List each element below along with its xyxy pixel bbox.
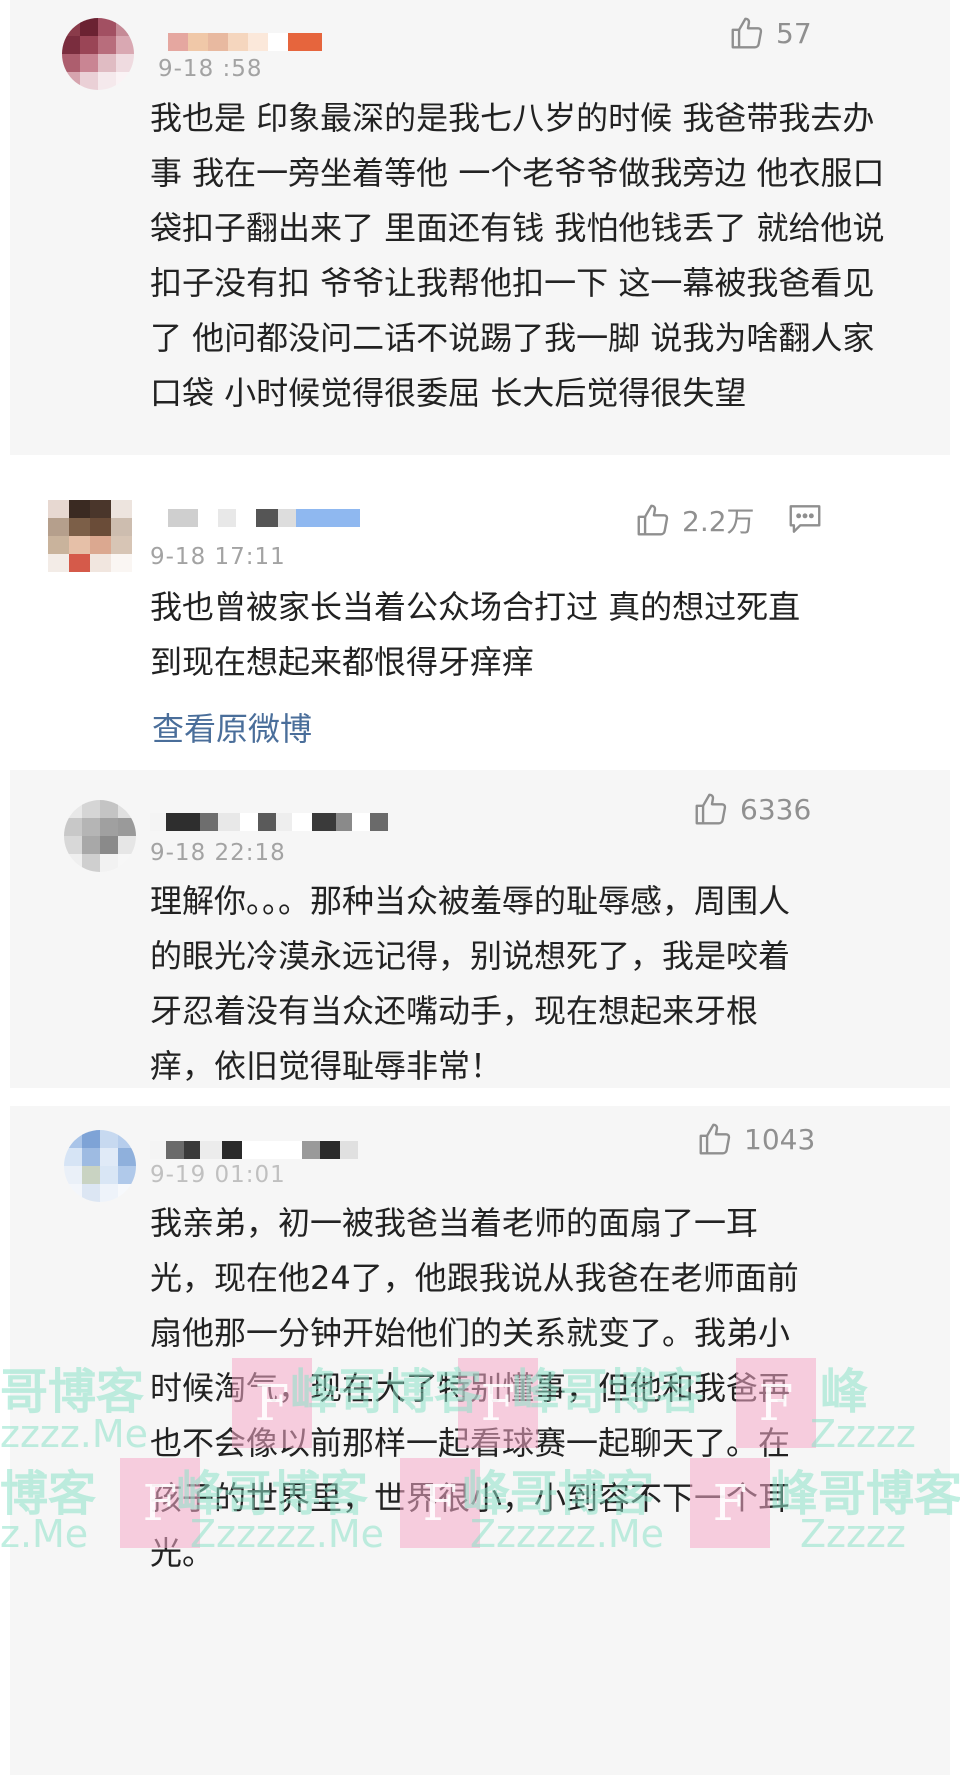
- avatar[interactable]: [64, 1130, 136, 1202]
- comment-text: 我也是 印象最深的是我七八岁的时候 我爸带我去办事 我在一旁坐着等他 一个老爷爷…: [150, 99, 885, 412]
- comment-text: 我也曾被家长当着公众场合打过 真的想过死直到现在想起来都恨得牙痒痒: [150, 588, 801, 681]
- thumbs-up-icon: [695, 793, 727, 825]
- like-count: 1043: [744, 1122, 816, 1156]
- like-button[interactable]: 6336: [692, 790, 811, 828]
- comment-timestamp: 9-18 :58: [158, 56, 263, 82]
- comment-bubble-icon[interactable]: [786, 500, 824, 538]
- like-button[interactable]: 57: [728, 14, 812, 52]
- like-button[interactable]: 2.2万: [634, 500, 755, 540]
- thumbs-up-icon: [699, 1123, 731, 1155]
- thumbs-up-icon: [731, 17, 763, 49]
- avatar[interactable]: [62, 18, 134, 90]
- comment-timestamp: 9-18 22:18: [150, 840, 286, 866]
- comment-timestamp: 9-19 01:01: [150, 1162, 286, 1188]
- like-count: 2.2万: [682, 505, 755, 538]
- username-blurred[interactable]: [168, 24, 322, 60]
- comment-text: 理解你。。。那种当众被羞辱的耻辱感，周围人的眼光冷漠永远记得，别说想死了，我是咬…: [150, 882, 791, 1085]
- username-blurred[interactable]: [150, 804, 388, 840]
- username-blurred[interactable]: [168, 500, 360, 536]
- thumbs-up-icon: [637, 504, 669, 536]
- comment-timestamp: 9-18 17:11: [150, 544, 286, 570]
- view-original-weibo-link[interactable]: 查看原微博: [152, 704, 312, 750]
- like-button[interactable]: 1043: [696, 1120, 815, 1158]
- avatar[interactable]: [64, 800, 136, 872]
- comment-text: 我亲弟，初一被我爸当着老师的面扇了一耳光，现在他24了，他跟我说从我爸在老师面前…: [150, 1204, 799, 1572]
- like-count: 6336: [740, 792, 812, 826]
- like-count: 57: [776, 16, 812, 50]
- avatar[interactable]: [48, 500, 132, 572]
